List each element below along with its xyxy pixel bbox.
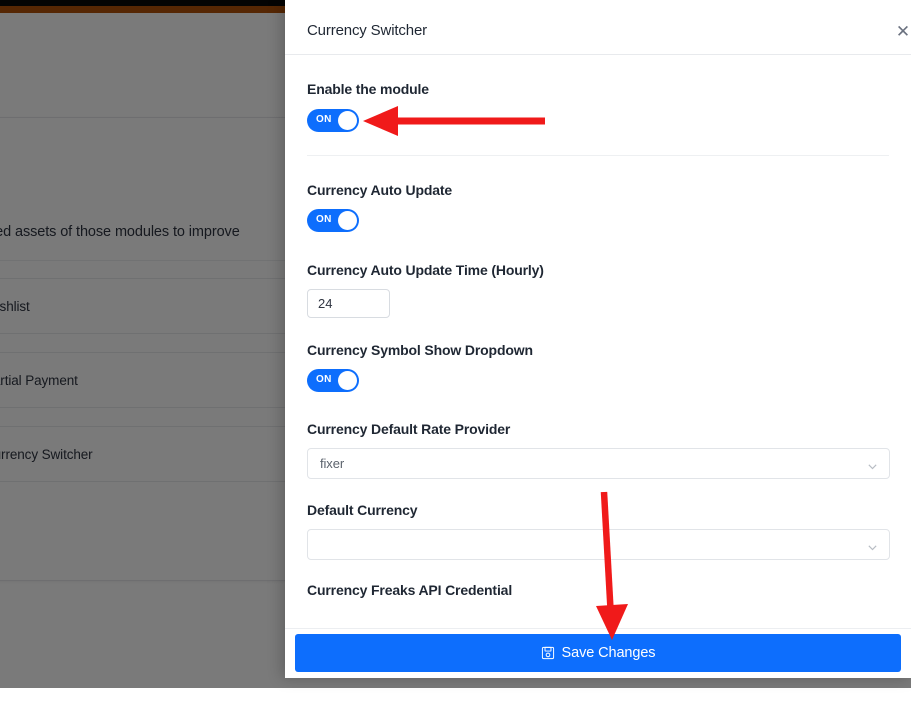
panel-body: Enable the module ON Currency Auto Updat…	[285, 55, 911, 628]
save-changes-button[interactable]: Save Changes	[295, 634, 901, 672]
currency-switcher-settings-panel: Currency Switcher ✕ Enable the module ON…	[285, 0, 911, 678]
field-label: Currency Freaks API Credential	[307, 582, 513, 598]
currency-auto-update-time-input[interactable]	[307, 289, 390, 318]
chevron-down-icon	[867, 540, 878, 551]
toggle-state-label: ON	[316, 374, 332, 385]
chevron-down-icon	[867, 459, 878, 470]
enable-module-toggle[interactable]: ON	[307, 109, 359, 132]
currency-default-rate-provider-select[interactable]: fixer	[307, 448, 890, 479]
screen-root: ociated assets of those modules to impro…	[0, 0, 911, 705]
toggle-knob	[338, 111, 357, 130]
field-currency-default-rate-provider: Currency Default Rate Provider fixer	[285, 397, 911, 479]
toggle-knob	[338, 211, 357, 230]
currency-symbol-show-dropdown-toggle[interactable]: ON	[307, 369, 359, 392]
field-currency-auto-update: Currency Auto Update ON	[285, 156, 911, 237]
field-label: Currency Default Rate Provider	[307, 421, 511, 437]
toggle-state-label: ON	[316, 214, 332, 225]
field-label: Default Currency	[307, 502, 418, 518]
field-currency-freaks-api-credential: Currency Freaks API Credential	[285, 560, 911, 598]
field-label: Currency Auto Update Time (Hourly)	[307, 262, 544, 278]
save-changes-label: Save Changes	[561, 645, 656, 661]
floppy-disk-save-icon	[541, 646, 555, 660]
panel-title: Currency Switcher	[307, 22, 427, 39]
field-label: Enable the module	[307, 81, 429, 97]
field-enable-the-module: Enable the module ON	[285, 55, 911, 155]
currency-auto-update-toggle[interactable]: ON	[307, 209, 359, 232]
toggle-knob	[338, 371, 357, 390]
field-currency-symbol-show-dropdown: Currency Symbol Show Dropdown ON	[285, 318, 911, 397]
field-label: Currency Symbol Show Dropdown	[307, 342, 533, 358]
field-currency-auto-update-time: Currency Auto Update Time (Hourly)	[285, 237, 911, 318]
close-icon[interactable]: ✕	[893, 22, 911, 42]
field-label: Currency Auto Update	[307, 182, 453, 198]
toggle-state-label: ON	[316, 114, 332, 125]
default-currency-select[interactable]	[307, 529, 890, 560]
panel-header: Currency Switcher ✕	[285, 0, 911, 55]
panel-footer: Save Changes	[285, 628, 911, 678]
field-default-currency: Default Currency	[285, 479, 911, 560]
select-selected-value: fixer	[320, 456, 345, 471]
